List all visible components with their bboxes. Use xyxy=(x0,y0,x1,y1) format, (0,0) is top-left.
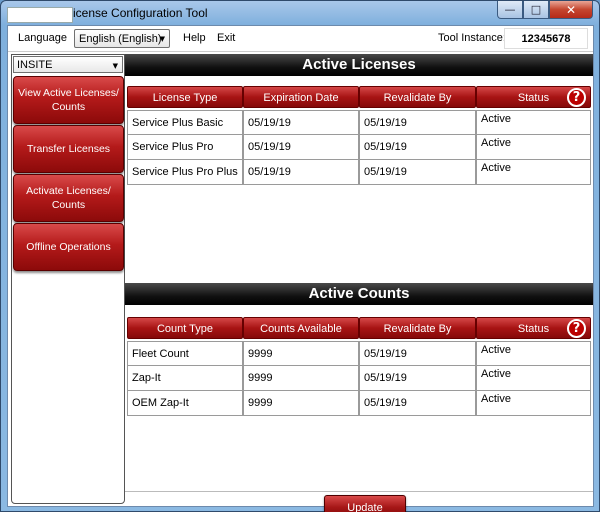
table-cell: Service Plus Basic xyxy=(127,110,243,135)
menu-help[interactable]: Help xyxy=(183,32,206,44)
table-cell: Service Plus Pro xyxy=(127,135,243,160)
help-icon[interactable]: ? xyxy=(567,319,586,338)
table-cell: Active xyxy=(476,135,591,160)
language-select[interactable]: English (English) ▼ xyxy=(74,29,170,48)
table-row[interactable]: Service Plus Pro 05/19/19 05/19/19 Activ… xyxy=(127,135,591,160)
licenses-table-header: License Type Expiration Date Revalidate … xyxy=(127,86,591,108)
table-cell: 05/19/19 xyxy=(359,110,476,135)
window-title: icense Configuration Tool xyxy=(73,6,208,20)
table-cell: Service Plus Pro Plus xyxy=(127,160,243,185)
column-header-status: Status ? xyxy=(476,86,591,108)
column-header-status: Status ? xyxy=(476,317,591,339)
table-row[interactable]: OEM Zap-It 9999 05/19/19 Active xyxy=(127,391,591,416)
counts-table-header: Count Type Counts Available Revalidate B… xyxy=(127,317,591,339)
table-cell: 05/19/19 xyxy=(359,160,476,185)
window-controls: — □ ✕ xyxy=(497,1,593,19)
table-row[interactable]: Zap-It 9999 05/19/19 Active xyxy=(127,366,591,391)
column-header: Count Type xyxy=(127,317,243,339)
menu-bar: Language English (English) ▼ Help Exit T… xyxy=(8,26,593,52)
close-icon: ✕ xyxy=(565,2,577,17)
table-cell: Active xyxy=(476,341,591,366)
column-header: Expiration Date xyxy=(243,86,359,108)
footer-divider xyxy=(125,491,593,492)
nav-label-line1: Activate Licenses/ xyxy=(26,185,111,197)
product-select-value: INSITE xyxy=(17,59,53,71)
table-cell: 05/19/19 xyxy=(359,366,476,391)
language-select-value: English (English) xyxy=(79,33,162,45)
tool-instance-label: Tool Instance: xyxy=(438,32,506,44)
table-cell: 05/19/19 xyxy=(243,135,359,160)
minimize-icon: — xyxy=(504,3,516,16)
maximize-button[interactable]: □ xyxy=(523,1,549,19)
column-header-label: Status xyxy=(517,92,550,104)
nav-label-line1: View Active Licenses/ xyxy=(18,87,119,99)
nav-label-line1: Offline Operations xyxy=(26,241,111,253)
column-header: Revalidate By xyxy=(359,86,476,108)
licenses-table-body: Service Plus Basic 05/19/19 05/19/19 Act… xyxy=(127,110,591,185)
table-cell: 05/19/19 xyxy=(243,110,359,135)
sidebar-item-activate[interactable]: Activate Licenses/Counts xyxy=(13,174,124,222)
product-select[interactable]: INSITE ▼ xyxy=(13,56,123,73)
table-row[interactable]: Service Plus Basic 05/19/19 05/19/19 Act… xyxy=(127,110,591,135)
close-button[interactable]: ✕ xyxy=(549,1,593,19)
nav-label-line2: Counts xyxy=(51,101,86,113)
counts-table-body: Fleet Count 9999 05/19/19 Active Zap-It … xyxy=(127,341,591,416)
table-cell: 9999 xyxy=(243,391,359,416)
table-cell: 9999 xyxy=(243,366,359,391)
update-licenses-button[interactable]: Update Licenses xyxy=(324,495,406,512)
menu-exit[interactable]: Exit xyxy=(217,32,235,44)
minimize-button[interactable]: — xyxy=(497,1,523,19)
table-row[interactable]: Fleet Count 9999 05/19/19 Active xyxy=(127,341,591,366)
table-cell: 9999 xyxy=(243,341,359,366)
column-header: License Type xyxy=(127,86,243,108)
main-panel: Active Licenses License Type Expiration … xyxy=(125,54,593,512)
counts-section-title: Active Counts xyxy=(125,283,593,305)
column-header: Revalidate By xyxy=(359,317,476,339)
table-row[interactable]: Service Plus Pro Plus 05/19/19 05/19/19 … xyxy=(127,160,591,185)
title-bar[interactable]: icense Configuration Tool — □ ✕ xyxy=(1,1,599,25)
table-cell: OEM Zap-It xyxy=(127,391,243,416)
app-window: icense Configuration Tool — □ ✕ Language… xyxy=(0,0,600,512)
sidebar-item-view-active[interactable]: View Active Licenses/Counts xyxy=(13,76,124,124)
table-cell: Active xyxy=(476,391,591,416)
nav-label-line2: Counts xyxy=(51,199,86,211)
table-cell: 05/19/19 xyxy=(243,160,359,185)
sidebar-item-offline[interactable]: Offline Operations xyxy=(13,223,124,271)
sidebar-item-transfer[interactable]: Transfer Licenses xyxy=(13,125,124,173)
title-redaction xyxy=(7,7,73,23)
chevron-down-icon: ▼ xyxy=(159,35,165,43)
sidebar: INSITE ▼ View Active Licenses/Counts Tra… xyxy=(11,54,125,504)
tool-instance-value: 12345678 xyxy=(504,28,588,49)
client-area: Language English (English) ▼ Help Exit T… xyxy=(7,25,594,512)
table-cell: Fleet Count xyxy=(127,341,243,366)
licenses-section-title: Active Licenses xyxy=(125,54,593,76)
table-cell: Active xyxy=(476,160,591,185)
chevron-down-icon: ▼ xyxy=(112,62,118,70)
table-cell: 05/19/19 xyxy=(359,341,476,366)
table-cell: Active xyxy=(476,110,591,135)
column-header-label: Status xyxy=(517,323,550,335)
help-icon[interactable]: ? xyxy=(567,88,586,107)
table-cell: Zap-It xyxy=(127,366,243,391)
maximize-icon: □ xyxy=(530,3,542,16)
column-header: Counts Available xyxy=(243,317,359,339)
table-cell: 05/19/19 xyxy=(359,391,476,416)
language-label: Language xyxy=(18,32,67,44)
nav-label-line1: Transfer Licenses xyxy=(26,143,111,155)
table-cell: Active xyxy=(476,366,591,391)
table-cell: 05/19/19 xyxy=(359,135,476,160)
